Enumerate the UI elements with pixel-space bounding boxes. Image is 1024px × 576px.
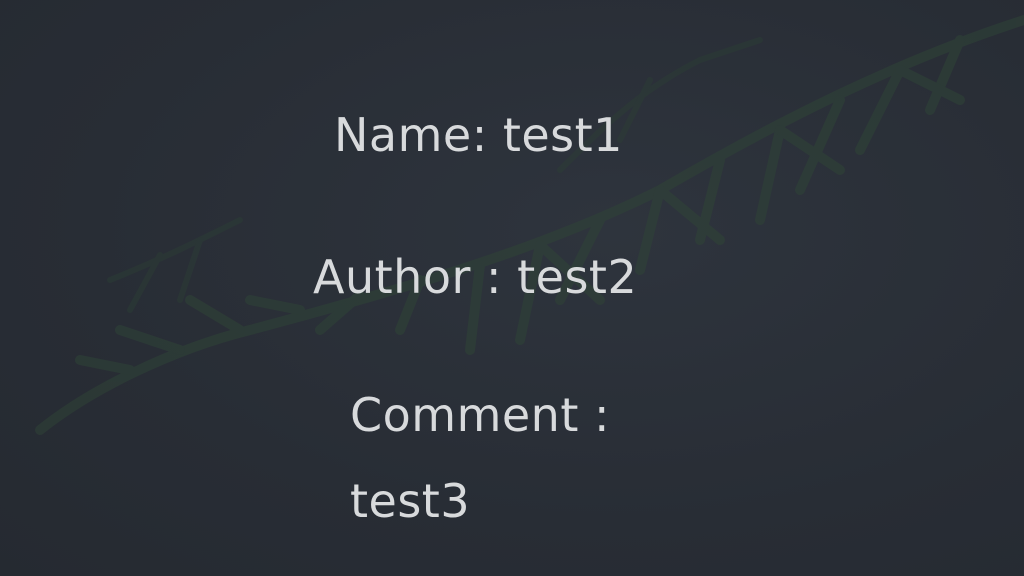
details-screen: Name: test1 Author : test2 Comment : tes… <box>0 0 1024 576</box>
name-text: Name: test1 <box>334 108 623 162</box>
comment-label: Comment : <box>350 388 610 442</box>
comment-value: test3 <box>350 474 471 528</box>
author-text: Author : test2 <box>313 250 638 304</box>
